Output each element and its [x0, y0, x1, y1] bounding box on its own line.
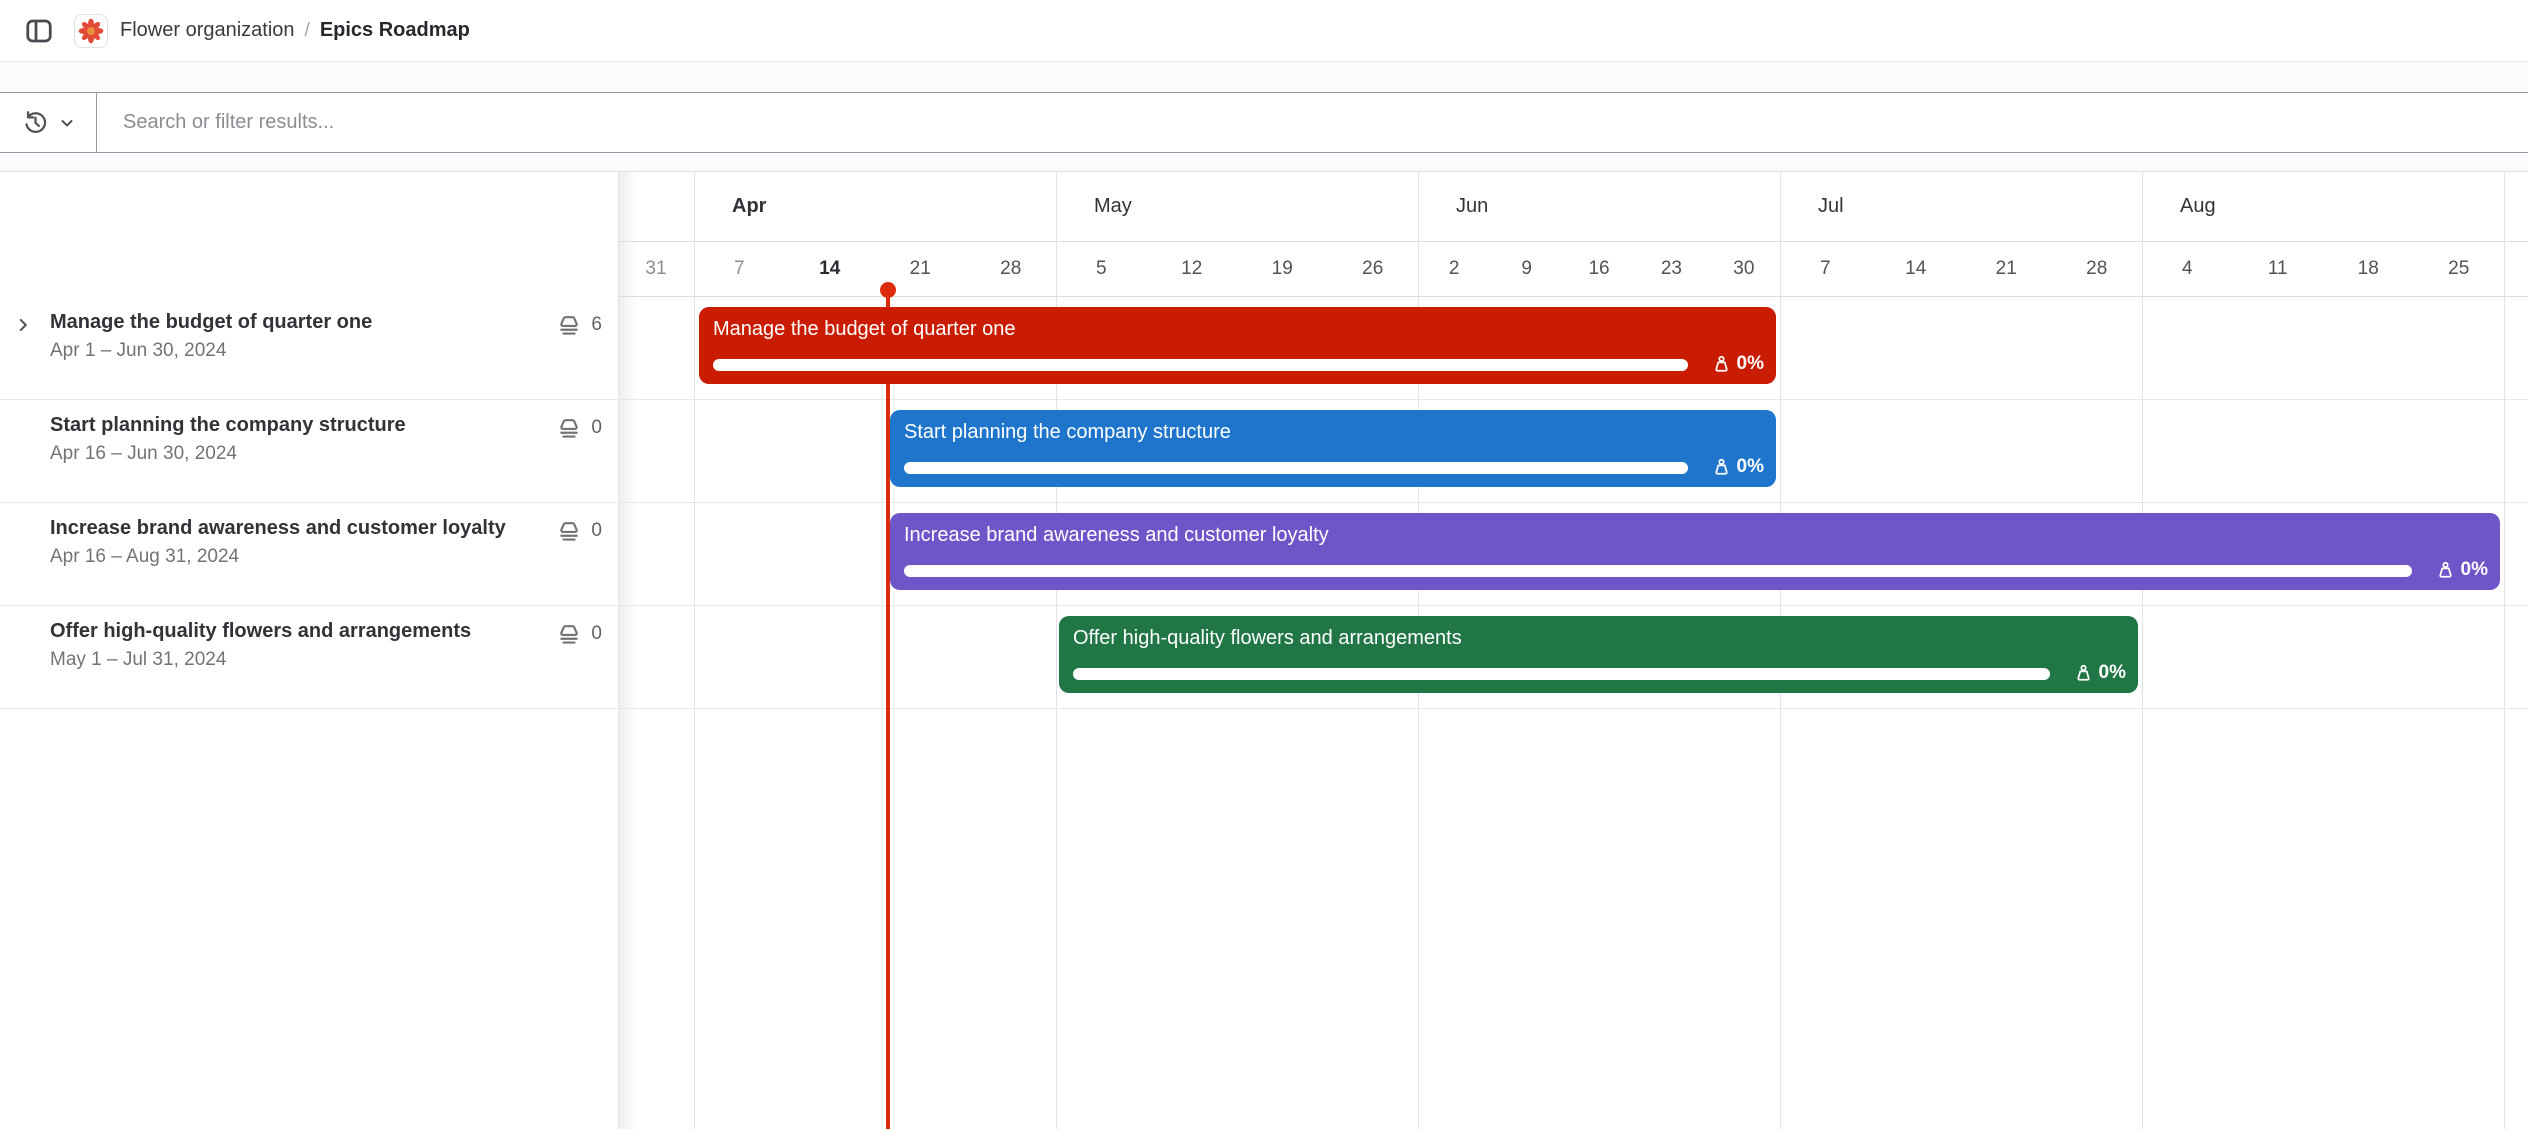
week-label: 5: [1056, 242, 1147, 296]
epic-child-count: 6: [591, 314, 602, 336]
epic-date-range: May 1 – Jul 31, 2024: [50, 649, 618, 671]
week-label: 14: [1871, 242, 1962, 296]
chevron-right-icon[interactable]: [12, 314, 34, 336]
epic-child-count-badge: 0: [554, 621, 602, 647]
epic-timeline-bar[interactable]: Increase brand awareness and customer lo…: [890, 513, 2500, 590]
epic-title-link[interactable]: Manage the budget of quarter one: [50, 311, 522, 334]
sidebar-toggle-icon: [24, 16, 54, 46]
epic-icon: [554, 621, 584, 647]
chevron-down-icon: [59, 115, 75, 131]
epic-timeline-bar[interactable]: Manage the budget of quarter one 0%: [699, 307, 1776, 384]
epic-progress-value: 0%: [2461, 559, 2488, 581]
timeline-weeks-header: 31714212851219262916233071421284111825: [618, 242, 2528, 297]
month-label: Apr: [694, 172, 1056, 241]
weight-icon: [1711, 457, 1732, 478]
organization-avatar[interactable]: [74, 14, 108, 48]
week-group: 4111825: [2142, 242, 2504, 296]
epic-bar-label: Manage the budget of quarter one: [699, 307, 1776, 341]
epic-progress-value: 0%: [1737, 353, 1764, 375]
epic-icon: [554, 518, 584, 544]
weight-icon: [2435, 560, 2456, 581]
week-label: 4: [2142, 242, 2233, 296]
weight-icon: [2073, 663, 2094, 684]
roadmap-view: AprMayJunJulAug 317142128512192629162330…: [0, 171, 2528, 1129]
month-label: Jun: [1418, 172, 1780, 241]
epic-title-link[interactable]: Increase brand awareness and customer lo…: [50, 517, 522, 540]
epic-child-count: 0: [591, 417, 602, 439]
week-label: 14: [785, 242, 876, 296]
epic-progress-bar: [904, 565, 2412, 577]
epic-timeline-bar[interactable]: Offer high-quality flowers and arrangeme…: [1059, 616, 2138, 693]
timeline-months-header: AprMayJunJulAug: [618, 172, 2528, 242]
month-label: May: [1056, 172, 1418, 241]
top-bar: Flower organization / Epics Roadmap: [0, 0, 2528, 62]
epic-progress-meta: 0%: [2073, 662, 2126, 684]
month-label: Aug: [2142, 172, 2504, 241]
week-label: 28: [966, 242, 1057, 296]
week-label: 7: [694, 242, 785, 296]
today-marker-dot: [880, 282, 896, 298]
week-label: 26: [1328, 242, 1419, 296]
recent-searches-button[interactable]: [0, 93, 97, 152]
epic-progress-value: 0%: [1737, 456, 1764, 478]
epic-child-count-badge: 0: [554, 415, 602, 441]
epic-timeline-bar[interactable]: Start planning the company structure 0%: [890, 410, 1776, 487]
epic-list-item: Manage the budget of quarter one Apr 1 – …: [0, 297, 618, 399]
breadcrumb-organization[interactable]: Flower organization: [120, 19, 295, 42]
week-label: 18: [2323, 242, 2414, 296]
breadcrumb-page-title: Epics Roadmap: [320, 19, 470, 42]
epic-child-count: 0: [591, 520, 602, 542]
week-label: 23: [1635, 242, 1707, 296]
week-label: 11: [2233, 242, 2324, 296]
epic-progress-bar: [904, 462, 1688, 474]
week-label: 28: [2052, 242, 2143, 296]
search-input[interactable]: [97, 93, 2528, 152]
week-label: 7: [1780, 242, 1871, 296]
week-label: 16: [1563, 242, 1635, 296]
epic-icon: [554, 312, 584, 338]
sidebar-toggle-button[interactable]: [22, 14, 56, 48]
pre-month-spacer: [618, 172, 694, 241]
history-icon: [22, 109, 49, 136]
week-label: 30: [1708, 242, 1780, 296]
epic-bar-label: Start planning the company structure: [890, 410, 1776, 444]
breadcrumb-separator: /: [305, 20, 310, 42]
week-label: 31: [618, 242, 694, 296]
epic-title-link[interactable]: Start planning the company structure: [50, 414, 522, 437]
epic-child-count-badge: 0: [554, 518, 602, 544]
epic-bar-label: Increase brand awareness and customer lo…: [890, 513, 2500, 547]
week-group: 5121926: [1056, 242, 1418, 296]
epic-list-item: Start planning the company structure Apr …: [0, 400, 618, 502]
week-label: 2: [1418, 242, 1490, 296]
flower-icon: [77, 17, 105, 45]
week-group: 7142128: [694, 242, 1056, 296]
epic-progress-bar: [713, 359, 1688, 371]
epic-list-item: Increase brand awareness and customer lo…: [0, 503, 618, 605]
epic-progress-value: 0%: [2099, 662, 2126, 684]
epic-title-link[interactable]: Offer high-quality flowers and arrangeme…: [50, 620, 522, 643]
week-group: 29162330: [1418, 242, 1780, 296]
month-label: Jul: [1780, 172, 2142, 241]
epic-progress-bar: [1073, 668, 2050, 680]
epic-progress-meta: 0%: [2435, 559, 2488, 581]
week-label: 25: [2414, 242, 2505, 296]
epic-bar-label: Offer high-quality flowers and arrangeme…: [1059, 616, 2138, 650]
epic-date-range: Apr 16 – Aug 31, 2024: [50, 546, 618, 568]
search-zone: [0, 62, 2528, 171]
week-group: 7142128: [1780, 242, 2142, 296]
week-label: 12: [1147, 242, 1238, 296]
epic-child-count-badge: 6: [554, 312, 602, 338]
week-label: 19: [1237, 242, 1328, 296]
weight-icon: [1711, 354, 1732, 375]
epic-icon: [554, 415, 584, 441]
epic-list-item: Offer high-quality flowers and arrangeme…: [0, 606, 618, 708]
week-label: 21: [1961, 242, 2052, 296]
epic-date-range: Apr 1 – Jun 30, 2024: [50, 340, 618, 362]
week-label: 9: [1490, 242, 1562, 296]
filtered-search-bar: [0, 92, 2528, 153]
epic-progress-meta: 0%: [1711, 353, 1764, 375]
epic-progress-meta: 0%: [1711, 456, 1764, 478]
epic-date-range: Apr 16 – Jun 30, 2024: [50, 443, 618, 465]
epic-child-count: 0: [591, 623, 602, 645]
